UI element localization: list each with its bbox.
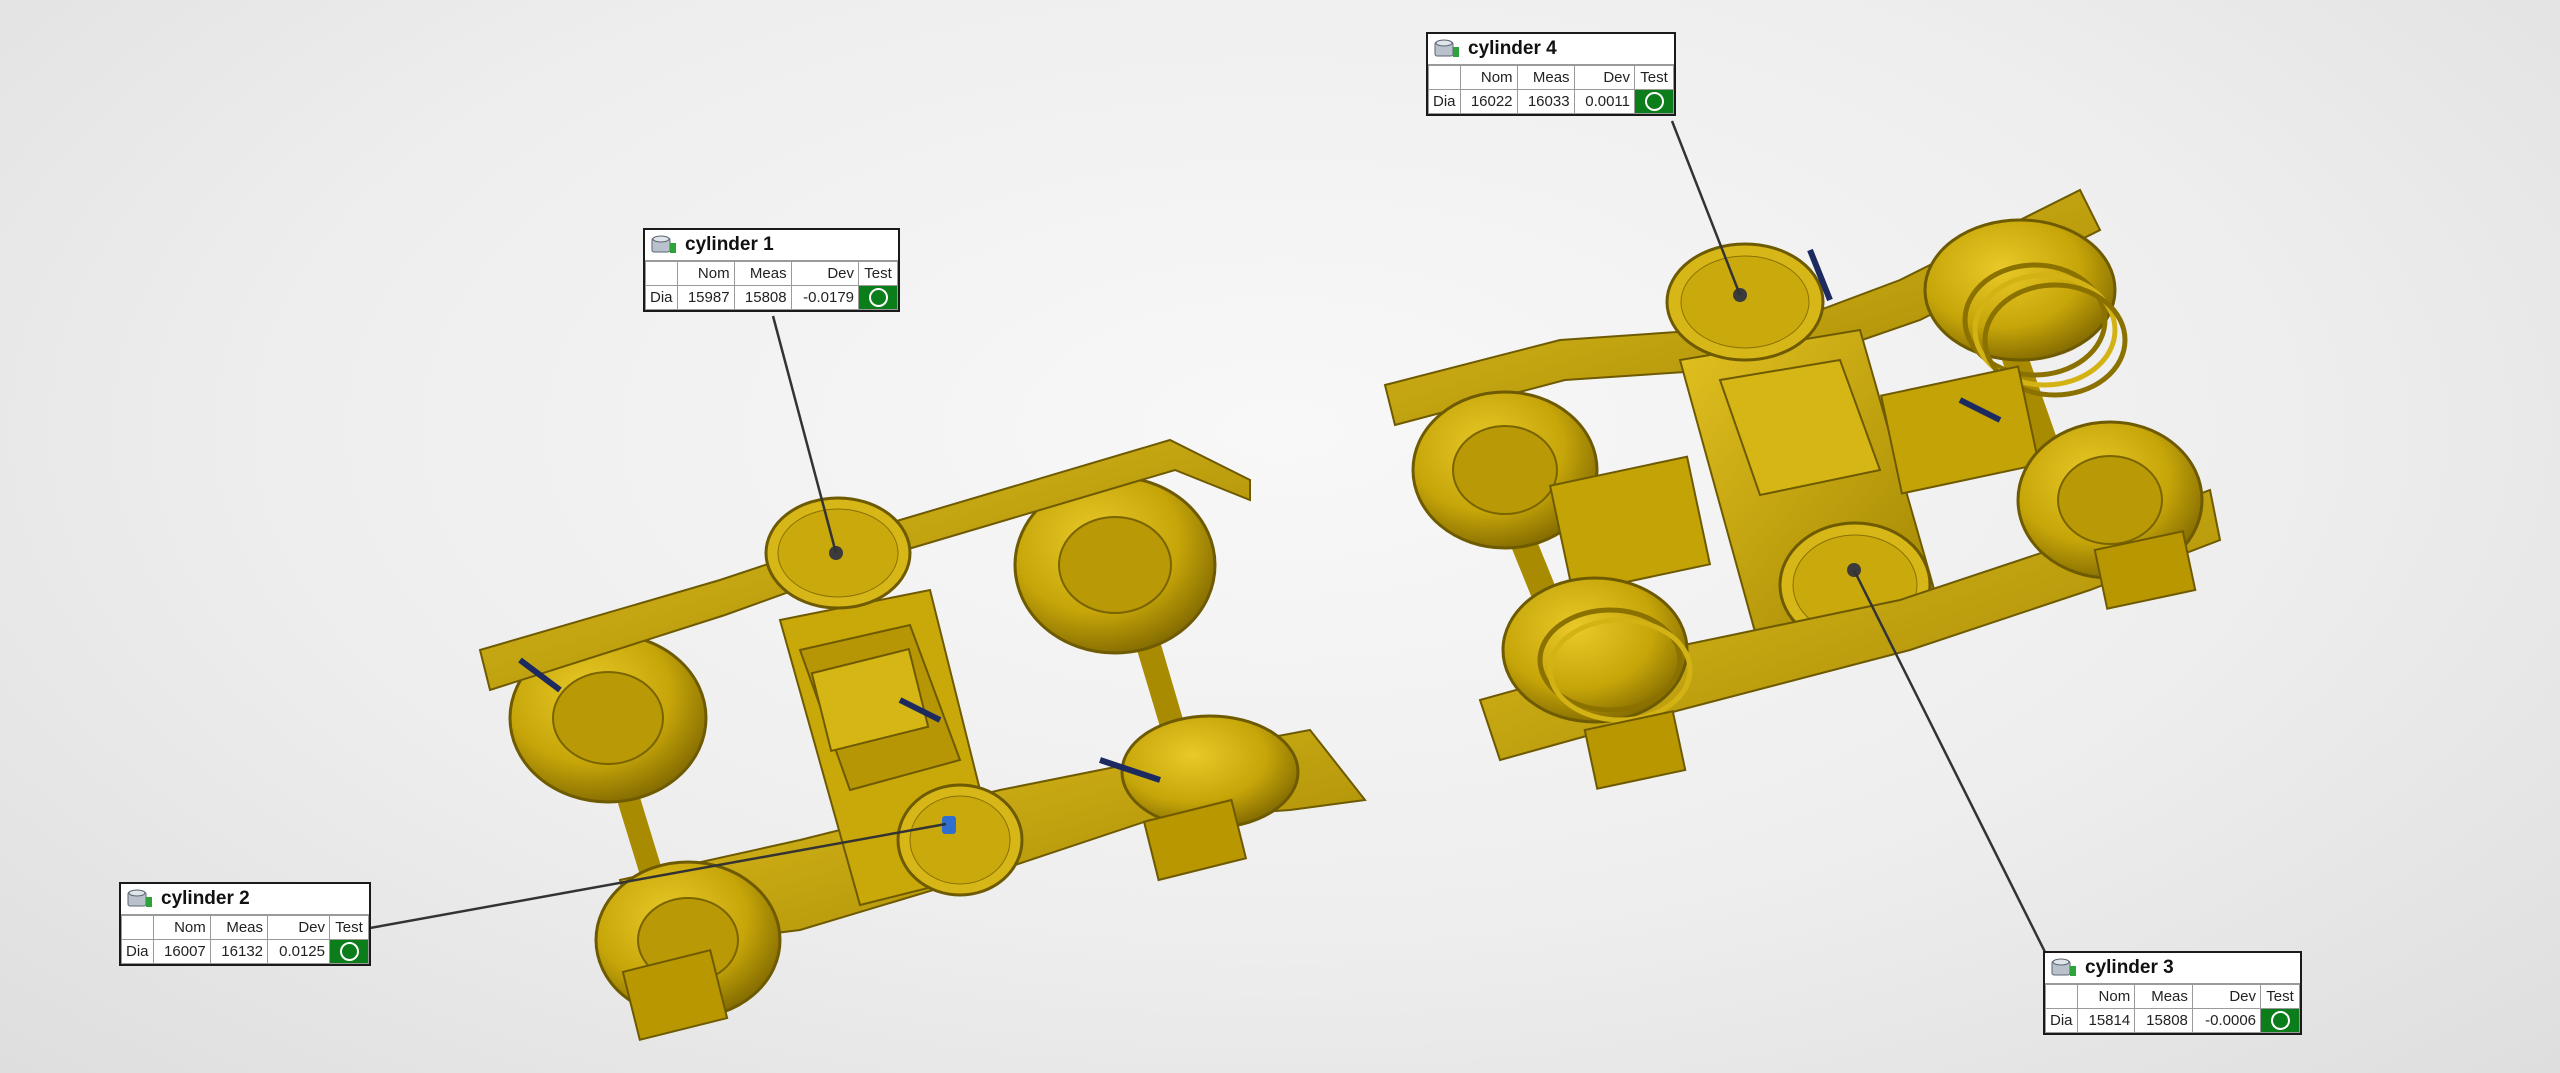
deviation-value: 0.0125 (267, 939, 330, 964)
test-pass-indicator (858, 285, 898, 310)
label-data-row: Dia 16007 16132 0.0125 (121, 939, 369, 964)
header-dev: Dev (267, 915, 330, 940)
measured-value: 15808 (2134, 1008, 2193, 1033)
header-meas: Meas (733, 261, 792, 286)
header-test: Test (858, 261, 898, 286)
cylinder-feature-icon (1434, 39, 1459, 57)
pass-circle-icon (1644, 92, 1664, 111)
cylinder-feature-icon (2051, 958, 2076, 976)
header-test: Test (2260, 984, 2300, 1009)
row-name: Dia (121, 939, 154, 964)
measured-value: 16033 (1516, 89, 1575, 114)
label-title: cylinder 3 (2085, 957, 2174, 978)
label-header-row: Nom Meas Dev Test (121, 915, 369, 940)
label-title: cylinder 4 (1468, 38, 1557, 59)
label-header-row: Nom Meas Dev Test (1428, 65, 1674, 90)
header-meas: Meas (1516, 65, 1575, 90)
label-title-bar: cylinder 1 (645, 230, 898, 261)
right-bogie[interactable] (1383, 188, 2222, 790)
label-header-row: Nom Meas Dev Test (2045, 984, 2300, 1009)
label-title: cylinder 1 (685, 234, 774, 255)
header-test: Test (329, 915, 369, 940)
label-cylinder-4[interactable]: cylinder 4 Nom Meas Dev Test Dia 16022 1… (1426, 32, 1676, 116)
cylinder-feature-icon (127, 889, 152, 907)
test-pass-indicator (329, 939, 369, 964)
header-nom: Nom (1459, 65, 1518, 90)
nominal-value: 15987 (676, 285, 735, 310)
label-title-bar: cylinder 4 (1428, 34, 1674, 65)
label-cylinder-1[interactable]: cylinder 1 Nom Meas Dev Test Dia 15987 1… (643, 228, 900, 312)
header-nom: Nom (2076, 984, 2136, 1009)
pass-circle-icon (2270, 1011, 2290, 1030)
test-pass-indicator (1634, 89, 1674, 114)
label-header-row: Nom Meas Dev Test (645, 261, 898, 286)
pass-circle-icon (339, 942, 359, 961)
deviation-value: -0.0179 (790, 285, 860, 310)
label-data-row: Dia 15814 15808 -0.0006 (2045, 1008, 2300, 1033)
label-cylinder-2[interactable]: cylinder 2 Nom Meas Dev Test Dia 16007 1… (119, 882, 371, 966)
cylinder-feature-icon (651, 235, 676, 253)
header-meas: Meas (2134, 984, 2193, 1009)
label-title-bar: cylinder 2 (121, 884, 369, 915)
label-title-bar: cylinder 3 (2045, 953, 2300, 984)
right-bogie-wheel-front-left (1501, 576, 1689, 724)
label-title: cylinder 2 (161, 888, 250, 909)
header-dev: Dev (1573, 65, 1636, 90)
header-test: Test (1634, 65, 1674, 90)
row-name: Dia (645, 285, 678, 310)
deviation-value: -0.0006 (2191, 1008, 2262, 1033)
deviation-value: 0.0011 (1573, 89, 1636, 114)
row-name: Dia (1428, 89, 1461, 114)
header-nom: Nom (676, 261, 735, 286)
label-table: Nom Meas Dev Test Dia 15814 15808 -0.000… (2045, 984, 2300, 1033)
pass-circle-icon (868, 288, 888, 307)
test-pass-indicator (2260, 1008, 2300, 1033)
label-table: Nom Meas Dev Test Dia 15987 15808 -0.017… (645, 261, 898, 310)
measured-value: 15808 (733, 285, 792, 310)
header-nom: Nom (152, 915, 211, 940)
header-dev: Dev (790, 261, 860, 286)
label-cylinder-3[interactable]: cylinder 3 Nom Meas Dev Test Dia 15814 1… (2043, 951, 2302, 1035)
nominal-value: 15814 (2076, 1008, 2136, 1033)
bogie-model-scene[interactable] (0, 0, 2560, 1073)
left-bogie[interactable] (478, 438, 1367, 1042)
label-table: Nom Meas Dev Test Dia 16022 16033 0.0011 (1428, 65, 1674, 114)
row-name: Dia (2045, 1008, 2078, 1033)
label-data-row: Dia 16022 16033 0.0011 (1428, 89, 1674, 114)
header-meas: Meas (209, 915, 269, 940)
nominal-value: 16007 (152, 939, 211, 964)
3d-viewport[interactable]: cylinder 1 Nom Meas Dev Test Dia 15987 1… (0, 0, 2560, 1073)
header-dev: Dev (2191, 984, 2262, 1009)
label-table: Nom Meas Dev Test Dia 16007 16132 0.0125 (121, 915, 369, 964)
nominal-value: 16022 (1459, 89, 1518, 114)
label-data-row: Dia 15987 15808 -0.0179 (645, 285, 898, 310)
measured-value: 16132 (209, 939, 269, 964)
